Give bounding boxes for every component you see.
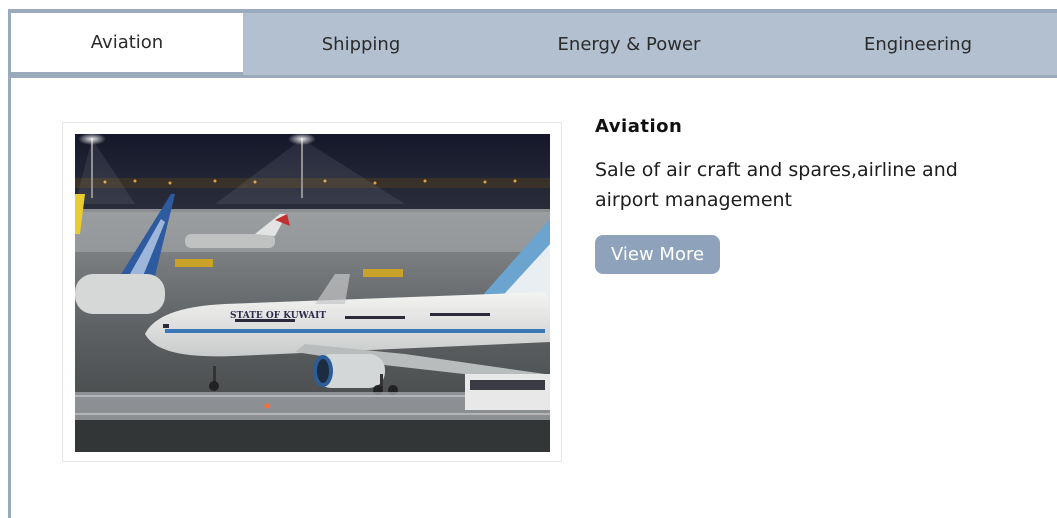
tab-aviation[interactable]: Aviation [11, 13, 243, 75]
panel-title: Aviation [595, 116, 683, 137]
tab-energy-power[interactable]: Energy & Power [479, 13, 779, 75]
tab-widget: Aviation Shipping Energy & Power Enginee… [8, 9, 1057, 518]
tab-engineering[interactable]: Engineering [779, 13, 1057, 75]
aircraft-livery-text: STATE OF KUWAIT [230, 311, 326, 321]
tab-bar: Aviation Shipping Energy & Power Enginee… [11, 13, 1057, 75]
tab-panel-aviation: STATE OF KUWAIT Aviation Sale of air cra… [11, 78, 1057, 518]
panel-description: Sale of air craft and spares,airline and… [595, 159, 958, 211]
photo-frame: STATE OF KUWAIT [62, 122, 562, 462]
tab-shipping[interactable]: Shipping [243, 13, 479, 75]
aviation-photo: STATE OF KUWAIT [75, 134, 550, 452]
info-panel: Aviation Sale of air craft and spares,ai… [595, 116, 1025, 274]
view-more-button[interactable]: View More [595, 235, 721, 274]
